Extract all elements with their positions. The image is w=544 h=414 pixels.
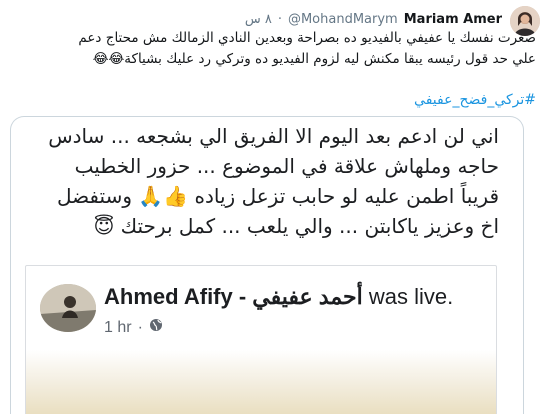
live-video-preview	[26, 350, 496, 414]
quoted-post-line: حاجه وملهاش علاقة في الموضوع ... حزور ال…	[74, 154, 499, 178]
quoted-post-line: قريباً اطمن عليه لو حابب تزعل زياده 👍🙏 و…	[56, 184, 499, 208]
live-separator: ·	[137, 318, 143, 336]
tweet-time[interactable]: ٨ س	[245, 12, 272, 27]
live-title: Ahmed Afify - أحمد عفيفي was live.	[104, 284, 453, 310]
quoted-post-text: اني لن ادعم بعد اليوم الا الفريق الي بشج…	[29, 121, 499, 241]
tweet-media-screenshot[interactable]: اني لن ادعم بعد اليوم الا الفريق الي بشج…	[10, 116, 524, 414]
header-separator: ·	[277, 11, 282, 27]
tweet-header: ٨ س · @MohandMarym Mariam Amer	[245, 9, 502, 29]
tweet-text-line: علي حد قول رئيسه يبقا مكنش ليه لزوم الفي…	[92, 51, 536, 67]
quoted-post-line: اخ وعزيز ياكابتن ... والي يلعب ... كمل ب…	[93, 214, 499, 238]
author-name[interactable]: Mariam Amer	[404, 12, 502, 27]
live-meta: 1 hr ·	[104, 318, 163, 337]
tweet-text: صغرت نفسك يا عفيفي بالفيديو ده بصراحة وب…	[0, 28, 536, 70]
tweet[interactable]: ٨ س · @MohandMarym Mariam Amer صغرت نفسك…	[0, 0, 544, 414]
live-time: 1 hr	[104, 318, 132, 336]
live-video-card: Ahmed Afify - أحمد عفيفي was live. 1 hr …	[25, 265, 497, 414]
tweet-text-line: صغرت نفسك يا عفيفي بالفيديو ده بصراحة وب…	[78, 30, 536, 46]
live-profile-avatar	[40, 284, 96, 332]
live-status: was live.	[368, 284, 454, 309]
live-author-name: Ahmed Afify - أحمد عفيفي	[104, 284, 363, 309]
globe-icon	[149, 318, 163, 337]
quoted-post-line: اني لن ادعم بعد اليوم الا الفريق الي بشج…	[48, 124, 499, 148]
author-handle[interactable]: @MohandMarym	[288, 12, 398, 27]
hashtag-link[interactable]: #تركي_فضح_عفيفي	[414, 92, 536, 108]
